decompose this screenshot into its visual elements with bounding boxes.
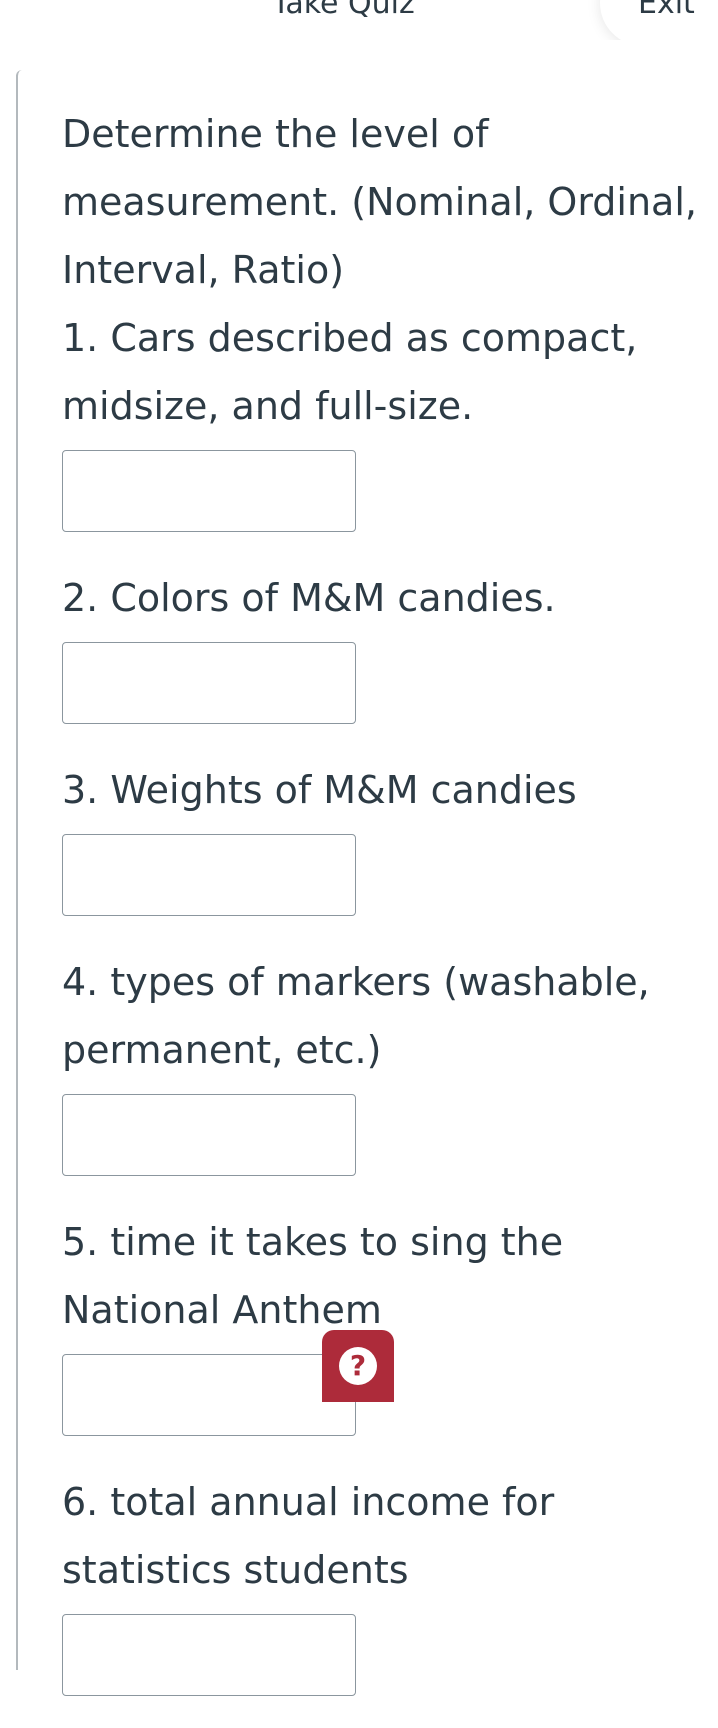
question-text: 4. types of markers (washable, permanent… — [62, 960, 650, 1072]
answer-input-6[interactable] — [62, 1614, 356, 1696]
answer-input-3[interactable] — [62, 834, 356, 916]
answer-input-5[interactable] — [62, 1354, 356, 1436]
question-content: Determine the level of measurement. (Nom… — [62, 100, 702, 1728]
question-6: 6. total annual income for statistics st… — [62, 1468, 702, 1696]
exit-button[interactable]: Exit — [638, 0, 695, 21]
question-4: 4. types of markers (washable, permanent… — [62, 948, 702, 1176]
help-button[interactable]: ? — [322, 1330, 394, 1402]
question-text: 1. Cars described as compact, midsize, a… — [62, 316, 638, 428]
page-title: Take Quiz — [272, 0, 415, 21]
question-3: 3. Weights of M&M candies — [62, 756, 702, 916]
question-1: 1. Cars described as compact, midsize, a… — [62, 304, 702, 532]
question-text: 5. time it takes to sing the National An… — [62, 1220, 564, 1332]
answer-input-1[interactable] — [62, 450, 356, 532]
question-text: 6. total annual income for statistics st… — [62, 1480, 555, 1592]
question-mark-icon: ? — [339, 1347, 377, 1385]
quiz-prompt: Determine the level of measurement. (Nom… — [62, 112, 697, 292]
quiz-header: Take Quiz Exit — [0, 0, 718, 40]
answer-input-4[interactable] — [62, 1094, 356, 1176]
question-text: 3. Weights of M&M candies — [62, 768, 577, 812]
question-text: 2. Colors of M&M candies. — [62, 576, 556, 620]
question-2: 2. Colors of M&M candies. — [62, 564, 702, 724]
answer-input-2[interactable] — [62, 642, 356, 724]
